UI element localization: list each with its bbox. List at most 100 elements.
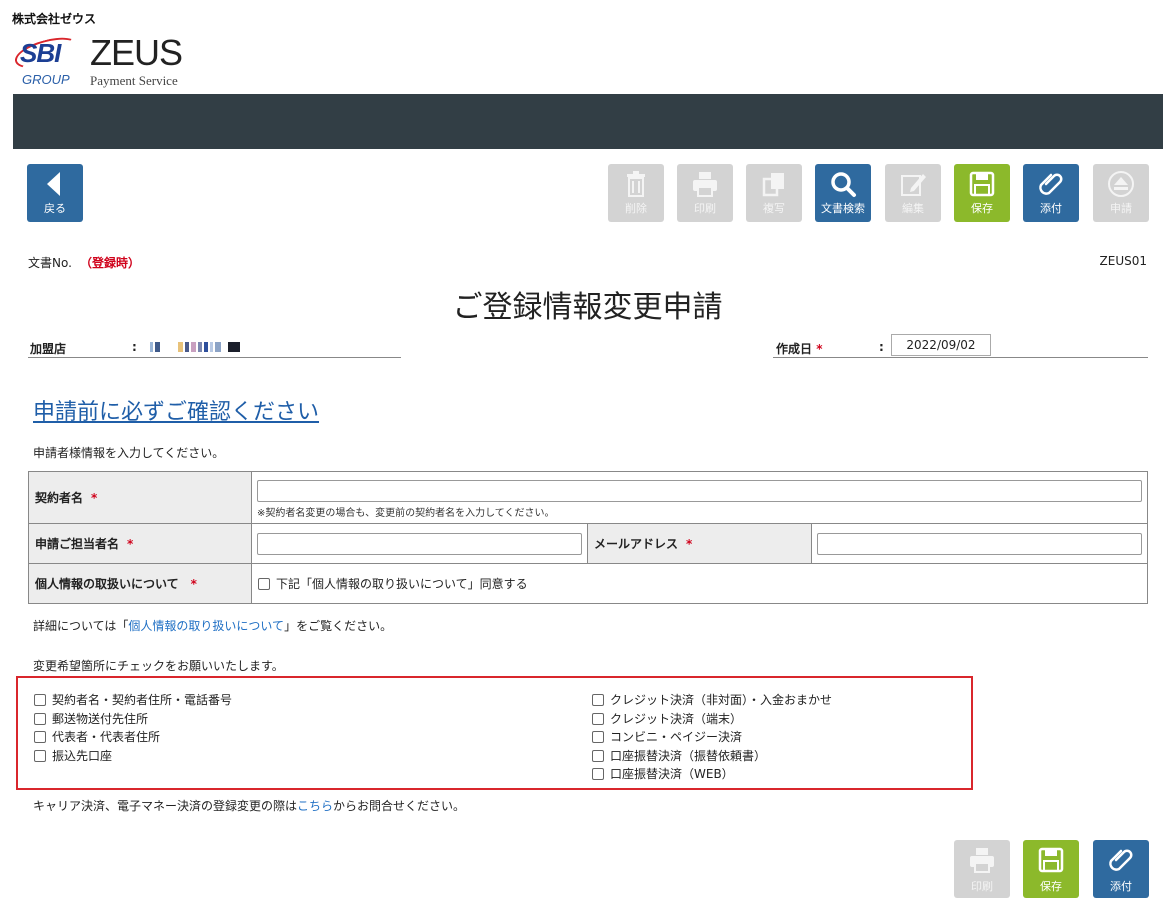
document-search-button[interactable]: 文書検索: [815, 164, 871, 222]
document-number-value: （登録時）: [79, 256, 140, 270]
change-option[interactable]: 契約者名・契約者住所・電話番号: [34, 691, 232, 710]
logo-group: GROUP: [22, 72, 70, 87]
change-option[interactable]: 振込先口座: [34, 747, 232, 766]
logo-zeus: ZEUS: [90, 32, 183, 73]
change-option[interactable]: クレジット決済（非対面）・入金おまかせ: [592, 691, 832, 710]
contact-name-header: 申請ご担当者名 *: [28, 523, 252, 564]
applicant-instruction: 申請者様情報を入力してください。: [33, 446, 225, 460]
contract-name-header: 契約者名 *: [28, 471, 252, 524]
change-options-right: クレジット決済（非対面）・入金おまかせ クレジット決済（端末） コンビニ・ペイジ…: [592, 691, 832, 784]
logo-payment-service: Payment Service: [90, 73, 178, 88]
created-date-colon: :: [879, 340, 884, 354]
bottom-print-label: 印刷: [971, 880, 993, 893]
change-option-label: クレジット決済（非対面）・入金おまかせ: [610, 693, 833, 707]
paperclip-icon: [1093, 840, 1149, 878]
form-code: ZEUS01: [1099, 254, 1147, 268]
privacy-agree-checkbox[interactable]: [258, 578, 270, 590]
email-cell: [811, 523, 1148, 564]
change-checkbox[interactable]: [592, 731, 604, 743]
carrier-prefix: キャリア決済、電子マネー決済の登録変更の際は: [33, 799, 298, 813]
header-bar: [13, 94, 1163, 149]
privacy-cell: 下記「個人情報の取り扱いについて」同意する: [251, 563, 1148, 604]
print-label: 印刷: [694, 202, 716, 215]
change-checkbox[interactable]: [34, 694, 46, 706]
bottom-attach-button[interactable]: 添付: [1093, 840, 1149, 898]
email-header: メールアドレス *: [587, 523, 812, 564]
zeus-logo: SBI GROUP ZEUS Payment Service: [11, 30, 202, 90]
change-option[interactable]: コンビニ・ペイジー決済: [592, 728, 832, 747]
required-mark: *: [91, 491, 98, 505]
bottom-save-button[interactable]: 保存: [1023, 840, 1079, 898]
required-mark: *: [127, 537, 134, 551]
created-date-label: 作成日 *: [776, 340, 822, 357]
delete-label: 削除: [625, 202, 647, 215]
save-icon: [1023, 840, 1079, 878]
change-options-left: 契約者名・契約者住所・電話番号 郵送物送付先住所 代表者・代表者住所 振込先口座: [34, 691, 232, 765]
save-label: 保存: [971, 202, 993, 215]
contract-name-label: 契約者名: [35, 491, 84, 505]
email-input[interactable]: [817, 532, 1142, 555]
change-option-label: 代表者・代表者住所: [52, 730, 161, 744]
contract-name-input[interactable]: [257, 480, 1142, 502]
company-name: 株式会社ゼウス: [12, 12, 97, 26]
change-option[interactable]: クレジット決済（端末）: [592, 710, 832, 729]
change-option-label: コンビニ・ペイジー決済: [610, 730, 743, 744]
change-checkbox[interactable]: [592, 694, 604, 706]
privacy-header: 個人情報の取扱いについて *: [28, 563, 252, 604]
save-button[interactable]: 保存: [954, 164, 1010, 222]
save-icon: [954, 164, 1010, 202]
attach-button[interactable]: 添付: [1023, 164, 1079, 222]
trash-icon: [608, 164, 664, 202]
change-option-label: 口座振替決済（振替依頼書）: [610, 748, 767, 763]
change-checkbox[interactable]: [592, 749, 604, 762]
detail-suffix: 」をご覧ください。: [284, 619, 393, 633]
back-label: 戻る: [44, 202, 66, 215]
contact-name-input[interactable]: [257, 532, 582, 555]
copy-icon: [746, 164, 802, 202]
detail-prefix: 詳細については「: [33, 619, 129, 633]
bottom-print-button[interactable]: 印刷: [954, 840, 1010, 898]
contract-name-cell: ※契約者名変更の場合も、変更前の契約者名を入力してください。: [251, 471, 1148, 524]
change-checkbox[interactable]: [34, 712, 46, 725]
member-store-colon: :: [132, 340, 137, 354]
search-icon: [815, 164, 871, 202]
copy-button[interactable]: 複写: [746, 164, 802, 222]
change-option[interactable]: 郵送物送付先住所: [34, 710, 232, 729]
privacy-agree-label: 下記「個人情報の取り扱いについて」同意する: [276, 577, 528, 591]
document-number-label: 文書No.: [28, 256, 72, 270]
change-option[interactable]: 代表者・代表者住所: [34, 728, 232, 747]
change-checkbox[interactable]: [34, 731, 46, 743]
print-button[interactable]: 印刷: [677, 164, 733, 222]
change-option[interactable]: 口座振替決済（振替依頼書）: [592, 747, 832, 766]
redacted-name: [150, 341, 242, 352]
privacy-policy-link[interactable]: 個人情報の取り扱いについて: [128, 619, 284, 633]
edit-icon: [885, 164, 941, 202]
change-hint: 変更希望箇所にチェックをお願いいたします。: [33, 659, 284, 673]
change-option-label: クレジット決済（端末）: [610, 711, 743, 726]
change-checkbox[interactable]: [592, 768, 604, 780]
apply-button[interactable]: 申請: [1093, 164, 1149, 222]
change-checkbox[interactable]: [34, 749, 46, 762]
confirm-before-apply-link[interactable]: 申請前に必ずご確認ください: [33, 394, 319, 426]
email-label: メールアドレス: [594, 537, 679, 551]
printer-icon: [954, 840, 1010, 878]
attach-label: 添付: [1040, 202, 1062, 215]
document-number: 文書No. （登録時）: [28, 254, 140, 271]
delete-button[interactable]: 削除: [608, 164, 664, 222]
document-search-label: 文書検索: [821, 202, 865, 215]
applicant-form: 契約者名 * ※契約者名変更の場合も、変更前の契約者名を入力してください。 申請ご…: [28, 471, 1148, 604]
created-date-field[interactable]: 2022/09/02: [891, 334, 991, 356]
back-button[interactable]: 戻る: [27, 164, 83, 222]
carrier-inquiry-text: キャリア決済、電子マネー決済の登録変更の際はこちらからお問合せください。: [33, 797, 465, 814]
apply-label: 申請: [1110, 202, 1132, 215]
carrier-inquiry-link[interactable]: こちら: [297, 799, 333, 813]
change-checkbox[interactable]: [592, 712, 604, 725]
edit-button[interactable]: 編集: [885, 164, 941, 222]
required-mark: *: [190, 577, 197, 591]
printer-icon: [677, 164, 733, 202]
change-option[interactable]: 口座振替決済（WEB）: [592, 765, 832, 784]
member-store-label: 加盟店: [30, 342, 67, 356]
contract-name-note: ※契約者名変更の場合も、変更前の契約者名を入力してください。: [257, 508, 555, 519]
bottom-attach-label: 添付: [1110, 880, 1132, 893]
change-option-label: 契約者名・契約者住所・電話番号: [52, 693, 233, 707]
